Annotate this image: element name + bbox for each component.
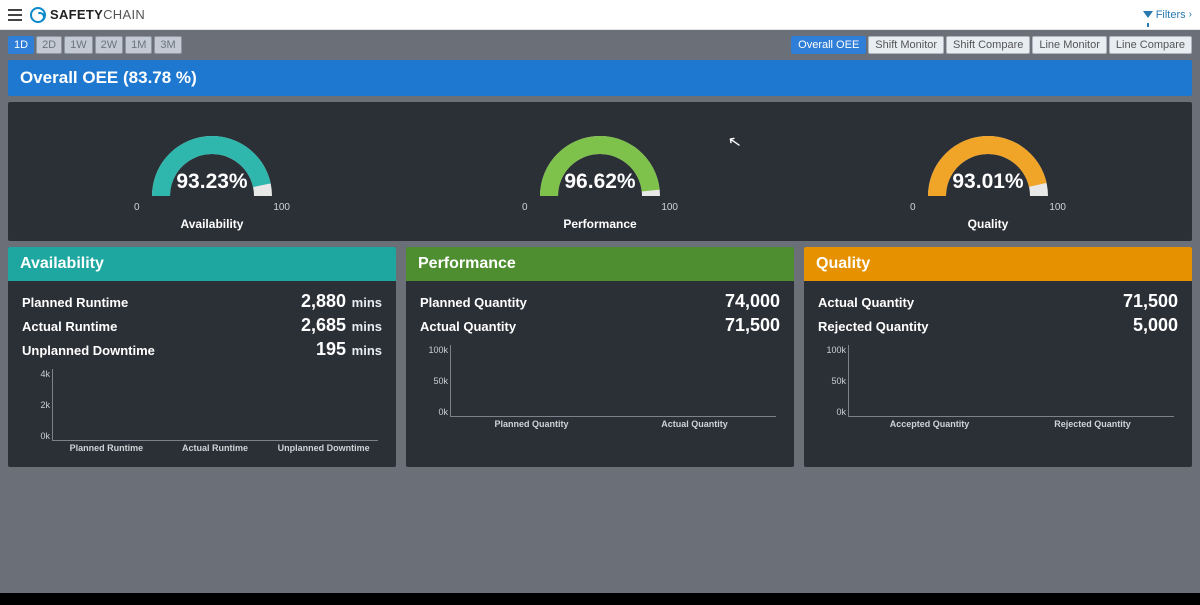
stat-label: Actual Quantity bbox=[818, 295, 914, 310]
panel-performance: Performance Planned Quantity 74,000 Actual… bbox=[406, 247, 794, 467]
range-1W[interactable]: 1W bbox=[64, 36, 93, 54]
stat-row: Planned Runtime 2,880 mins bbox=[22, 291, 382, 312]
gauge-max: 100 bbox=[661, 202, 678, 213]
gauges-row: ↖ 93.23% 0 100 Availability 96.62% 0 100 P… bbox=[8, 102, 1192, 241]
chart-y-axis: 100k50k0k bbox=[420, 345, 448, 417]
stat-label: Unplanned Downtime bbox=[22, 343, 155, 358]
gauge-quality-svg: 93.01% bbox=[908, 116, 1068, 206]
gauge-performance-label: Performance bbox=[510, 217, 690, 231]
tab-shift-compare[interactable]: Shift Compare bbox=[946, 36, 1030, 54]
chart-performance: 100k50k0kPlanned QuantityActual Quantity bbox=[420, 345, 780, 435]
stat-value: 195 bbox=[316, 339, 346, 359]
svg-text:93.23%: 93.23% bbox=[176, 170, 248, 193]
stat-unit: mins bbox=[348, 319, 382, 334]
menu-icon[interactable] bbox=[8, 9, 22, 21]
brand-text-2: CHAIN bbox=[103, 7, 145, 22]
stat-row: Rejected Quantity 5,000 bbox=[818, 315, 1178, 336]
chart-y-axis: 4k2k0k bbox=[22, 369, 50, 441]
range-2W[interactable]: 2W bbox=[95, 36, 124, 54]
gauge-max: 100 bbox=[1049, 202, 1066, 213]
stat-value: 74,000 bbox=[725, 291, 780, 311]
stat-row: Actual Quantity 71,500 bbox=[818, 291, 1178, 312]
stat-label: Planned Quantity bbox=[420, 295, 527, 310]
overall-oee-label: Overall OEE bbox=[20, 68, 118, 87]
panel-availability-header: Availability bbox=[8, 247, 396, 281]
stat-label: Planned Runtime bbox=[22, 295, 128, 310]
chart-availability: 4k2k0kPlanned RuntimeActual RuntimeUnpla… bbox=[22, 369, 382, 459]
range-1D[interactable]: 1D bbox=[8, 36, 34, 54]
chart-x-axis: Accepted QuantityRejected Quantity bbox=[848, 419, 1174, 435]
stat-row: Actual Quantity 71,500 bbox=[420, 315, 780, 336]
dashboard-area: 1D2D1W2W1M3M Overall OEEShift MonitorShi… bbox=[0, 30, 1200, 593]
stat-value: 2,880 bbox=[301, 291, 346, 311]
filter-icon bbox=[1143, 11, 1153, 18]
brand-mark-icon bbox=[30, 7, 46, 23]
footer-strip bbox=[0, 593, 1200, 605]
gauge-performance: 96.62% 0 100 Performance bbox=[510, 116, 690, 231]
filters-button[interactable]: Filters › bbox=[1143, 9, 1192, 21]
gauge-min: 0 bbox=[522, 202, 528, 213]
gauge-quality-label: Quality bbox=[898, 217, 1078, 231]
panel-availability: Availability Planned Runtime2,880 minsAc… bbox=[8, 247, 396, 467]
chart-y-axis: 100k50k0k bbox=[818, 345, 846, 417]
tab-line-monitor[interactable]: Line Monitor bbox=[1032, 36, 1107, 54]
range-2D[interactable]: 2D bbox=[36, 36, 62, 54]
tab-overall-oee[interactable]: Overall OEE bbox=[791, 36, 866, 54]
gauge-min: 0 bbox=[134, 202, 140, 213]
stat-label: Actual Runtime bbox=[22, 319, 117, 334]
stat-value: 2,685 bbox=[301, 315, 346, 335]
chart-x-axis: Planned RuntimeActual RuntimeUnplanned D… bbox=[52, 443, 378, 459]
svg-text:96.62%: 96.62% bbox=[564, 170, 636, 193]
gauge-performance-svg: 96.62% bbox=[520, 116, 680, 206]
panel-quality: Quality Actual Quantity 71,500 Rejected Qu… bbox=[804, 247, 1192, 467]
stat-label: Actual Quantity bbox=[420, 319, 516, 334]
tab-shift-monitor[interactable]: Shift Monitor bbox=[868, 36, 944, 54]
stat-unit: mins bbox=[348, 295, 382, 310]
range-1M[interactable]: 1M bbox=[125, 36, 152, 54]
gauge-availability: 93.23% 0 100 Availability bbox=[122, 116, 302, 231]
overall-oee-value: 83.78 % bbox=[129, 68, 191, 87]
panel-performance-header: Performance bbox=[406, 247, 794, 281]
range-3M[interactable]: 3M bbox=[154, 36, 181, 54]
stat-unit: mins bbox=[348, 343, 382, 358]
chart-x-axis: Planned QuantityActual Quantity bbox=[450, 419, 776, 435]
stat-value: 5,000 bbox=[1133, 315, 1178, 335]
cursor-icon: ↖ bbox=[726, 131, 743, 153]
detail-panels: Availability Planned Runtime2,880 minsAc… bbox=[8, 247, 1192, 467]
gauge-availability-svg: 93.23% bbox=[132, 116, 292, 206]
filters-label: Filters bbox=[1156, 9, 1186, 21]
chevron-right-icon: › bbox=[1189, 9, 1192, 20]
stat-row: Planned Quantity 74,000 bbox=[420, 291, 780, 312]
brand-text-1: SAFETY bbox=[50, 7, 103, 22]
gauge-quality: 93.01% 0 100 Quality bbox=[898, 116, 1078, 231]
gauge-availability-label: Availability bbox=[122, 217, 302, 231]
panel-quality-header: Quality bbox=[804, 247, 1192, 281]
stat-value: 71,500 bbox=[725, 315, 780, 335]
gauge-max: 100 bbox=[273, 202, 290, 213]
gauge-min: 0 bbox=[910, 202, 916, 213]
chart-quality: 100k50k0kAccepted QuantityRejected Quant… bbox=[818, 345, 1178, 435]
stat-value: 71,500 bbox=[1123, 291, 1178, 311]
time-range-group: 1D2D1W2W1M3M bbox=[8, 36, 182, 54]
overall-oee-banner: Overall OEE (83.78 %) bbox=[8, 60, 1192, 96]
svg-text:93.01%: 93.01% bbox=[952, 170, 1024, 193]
brand-logo: SAFETYCHAIN bbox=[30, 7, 145, 23]
view-tab-group: Overall OEEShift MonitorShift CompareLin… bbox=[791, 36, 1192, 54]
stat-label: Rejected Quantity bbox=[818, 319, 929, 334]
stat-row: Unplanned Downtime 195 mins bbox=[22, 339, 382, 360]
top-bar: SAFETYCHAIN Filters › bbox=[0, 0, 1200, 30]
tab-line-compare[interactable]: Line Compare bbox=[1109, 36, 1192, 54]
stat-row: Actual Runtime 2,685 mins bbox=[22, 315, 382, 336]
